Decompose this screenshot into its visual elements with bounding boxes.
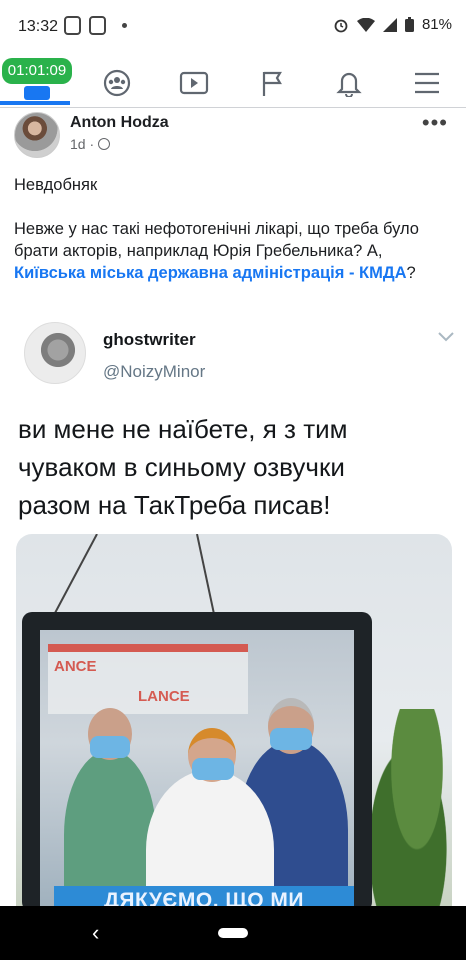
tweet-author-handle: @NoizyMinor [103, 362, 206, 381]
notification-icons [64, 16, 127, 35]
author-name[interactable]: Anton Hodza [70, 114, 169, 132]
groups-icon[interactable] [100, 68, 134, 98]
status-bar: 13:32 81% [0, 0, 466, 56]
post-text-end: ? [406, 264, 416, 282]
post-header: Anton Hodza 1d · ••• [0, 108, 466, 168]
face-mask [270, 728, 312, 750]
active-tab-indicator [0, 101, 70, 105]
menu-icon[interactable] [410, 68, 444, 98]
status-right: 81% [333, 16, 452, 33]
signal-icon [382, 17, 397, 32]
ambulance-text: ANCE [54, 658, 97, 675]
home-gesture-pill[interactable] [218, 928, 248, 938]
trees [372, 709, 452, 909]
post-time[interactable]: 1d · [70, 136, 94, 152]
power-wire [196, 534, 215, 613]
globe-icon [98, 138, 111, 150]
tweet-avatar [24, 322, 86, 384]
chevron-down-icon [438, 332, 454, 342]
ambulance: ANCE LANCE [48, 644, 248, 714]
back-button[interactable]: ‹ [92, 920, 99, 946]
ambulance-text: LANCE [138, 688, 190, 705]
wifi-icon [356, 17, 375, 32]
face-mask [192, 758, 234, 780]
billboard-poster: ANCE LANCE ДЯКУЄМО, ЩО МИ [40, 630, 354, 909]
pages-flag-icon[interactable] [255, 68, 289, 98]
tweet-text: ви мене не наїбете, я з тим чуваком в си… [18, 414, 348, 520]
watch-icon[interactable] [177, 68, 211, 98]
facebook-nav-bar: 01:01:09 [0, 56, 466, 108]
tweet-photo: ANCE LANCE ДЯКУЄМО, ЩО МИ [16, 534, 452, 909]
app-notification-icon [89, 16, 106, 35]
author-avatar[interactable] [14, 112, 60, 158]
battery-percent: 81% [421, 16, 452, 33]
app-notification-icon [64, 16, 81, 35]
face-mask [90, 736, 130, 758]
android-nav-bar: ‹ [0, 906, 466, 960]
page-mention-link[interactable]: Київська міська державна адміністрація -… [14, 264, 407, 282]
more-notifications-dot [122, 23, 127, 28]
battery-icon [404, 17, 414, 32]
post-text-body: Невже у нас такі нефотогенічні лікарі, щ… [14, 218, 454, 284]
tweet-author-name: ghostwriter [103, 330, 196, 349]
shared-tweet-image[interactable]: ghostwriter @NoizyMinor ви мене не наїбе… [0, 316, 466, 909]
billboard: ANCE LANCE ДЯКУЄМО, ЩО МИ [22, 612, 372, 909]
post-text-line: Невдобняк [14, 176, 98, 194]
alarm-icon [334, 19, 348, 32]
home-icon[interactable] [24, 86, 50, 100]
notifications-bell-icon[interactable] [332, 68, 366, 98]
more-options-icon[interactable]: ••• [422, 110, 448, 136]
screen-time-timer: 01:01:09 [2, 58, 72, 84]
status-time: 13:32 [18, 18, 59, 35]
post-meta: 1d · [70, 136, 111, 152]
post-text: Невже у нас такі нефотогенічні лікарі, щ… [14, 220, 419, 260]
